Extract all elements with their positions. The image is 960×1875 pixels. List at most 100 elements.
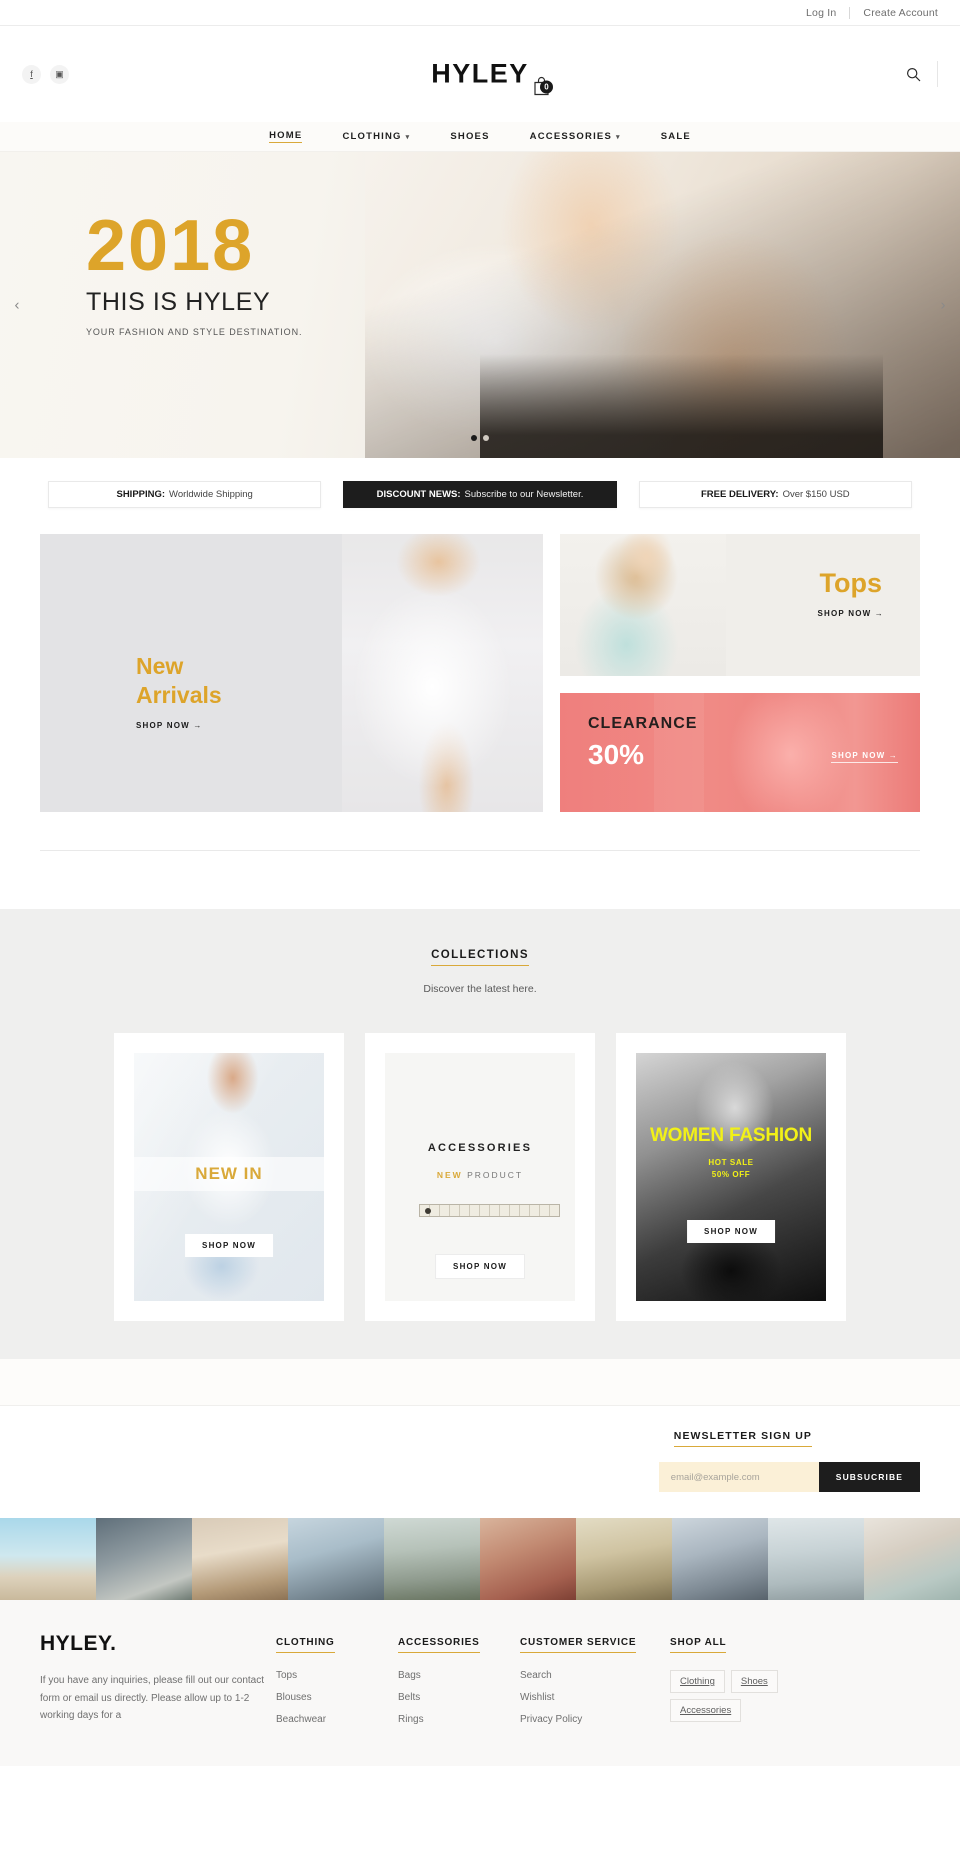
footer-link-tops[interactable]: Tops	[276, 1670, 398, 1681]
promo-discount-text: Subscribe to our Newsletter.	[464, 489, 584, 500]
collection-card-women-fashion[interactable]: WOMEN FASHION HOT SALE 50% OFF SHOP NOW	[616, 1033, 846, 1321]
carousel-dot-1[interactable]	[471, 435, 477, 441]
footer-tag-shoes[interactable]: Shoes	[730, 1670, 778, 1693]
carousel-next-arrow[interactable]: ›	[932, 297, 954, 314]
header-divider	[937, 61, 938, 87]
footer-tag-accessories[interactable]: Accessories	[670, 1699, 742, 1722]
nav-item-shoes-label: SHOES	[450, 131, 490, 142]
instagram-photo-7[interactable]	[576, 1518, 672, 1600]
collections-title: COLLECTIONS	[431, 949, 529, 966]
footer-link-bags[interactable]: Bags	[398, 1670, 520, 1681]
cart-button[interactable]: 0	[533, 76, 553, 96]
promo-bar: SHIPPING: Worldwide Shipping DISCOUNT NE…	[0, 458, 960, 534]
login-link[interactable]: Log In	[806, 7, 836, 19]
instagram-photo-6[interactable]	[480, 1518, 576, 1600]
newsletter-email-input[interactable]	[658, 1462, 819, 1492]
clearance-shop-now[interactable]: SHOP NOW →	[831, 751, 898, 763]
accessories-subtitle-accent: NEW	[436, 1169, 463, 1180]
promo-discount-label: DISCOUNT NEWS:	[376, 489, 461, 500]
clearance-title: CLEARANCE	[588, 715, 698, 732]
instagram-photo-8[interactable]	[672, 1518, 768, 1600]
footer-accessories-heading: ACCESSORIES	[398, 1637, 480, 1653]
women-fashion-title: WOMEN FASHION	[649, 1124, 813, 1146]
instagram-photo-3[interactable]	[192, 1518, 288, 1600]
hero-shadow-overlay	[480, 353, 884, 458]
hero-year: 2018	[86, 206, 255, 286]
section-divider-wrapper	[0, 812, 960, 851]
site-header: f ▣ HYLEY 0	[0, 26, 960, 122]
nav-item-home[interactable]: HOME	[249, 130, 322, 143]
carousel-prev-arrow[interactable]: ‹	[6, 297, 28, 314]
nav-item-clothing[interactable]: CLOTHING ▾	[322, 131, 430, 142]
footer-accessories-links: Bags Belts Rings	[398, 1670, 520, 1725]
footer-shop-all-tags: Clothing Shoes Accessories	[670, 1670, 820, 1722]
footer-link-search[interactable]: Search	[520, 1670, 670, 1681]
footer-clothing-links: Tops Blouses Beachwear	[276, 1670, 398, 1725]
carousel-dot-2[interactable]	[483, 435, 489, 441]
footer-link-privacy-policy[interactable]: Privacy Policy	[520, 1714, 670, 1725]
hero-subtitle: YOUR FASHION AND STYLE DESTINATION.	[86, 327, 303, 338]
footer-tag-clothing[interactable]: Clothing	[670, 1670, 725, 1693]
nav-item-sale[interactable]: SALE	[641, 131, 711, 142]
tops-shop-now[interactable]: SHOP NOW →	[817, 609, 884, 618]
promo-shipping-label: SHIPPING:	[116, 489, 166, 500]
promo-shipping-text: Worldwide Shipping	[169, 489, 253, 500]
instagram-photo-1[interactable]	[0, 1518, 96, 1600]
banner-grid: New Arrivals SHOP NOW → Tops SHOP NOW → …	[40, 534, 920, 812]
new-arrivals-line1: New	[136, 653, 184, 679]
footer-link-blouses[interactable]: Blouses	[276, 1692, 398, 1703]
search-icon[interactable]	[903, 64, 923, 84]
collection-card-new-in[interactable]: NEW IN SHOP NOW	[114, 1033, 344, 1321]
clearance-percent: 30%	[588, 739, 645, 770]
accessories-title: ACCESSORIES	[427, 1142, 533, 1155]
newsletter-section: NEWSLETTER SIGN UP SUBSUCRIBE	[0, 1405, 960, 1518]
chevron-down-icon: ▾	[405, 133, 411, 141]
instagram-photo-5[interactable]	[384, 1518, 480, 1600]
accessories-subtitle-rest: PRODUCT	[467, 1169, 524, 1180]
facebook-icon[interactable]: f	[22, 64, 41, 84]
instagram-photo-4[interactable]	[288, 1518, 384, 1600]
footer-column-shop-all: SHOP ALL Clothing Shoes Accessories	[670, 1632, 820, 1736]
new-arrivals-shop-now[interactable]: SHOP NOW →	[136, 721, 203, 730]
women-fashion-sub1: HOT SALE	[708, 1158, 754, 1168]
nav-item-accessories[interactable]: ACCESSORIES ▾	[510, 131, 641, 142]
clearance-copy: CLEARANCE 30%	[588, 715, 697, 771]
pre-newsletter-spacer	[0, 1359, 960, 1405]
site-footer: HYLEY. If you have any inquiries, please…	[0, 1600, 960, 1766]
promo-free-delivery[interactable]: FREE DELIVERY: Over $150 USD	[638, 481, 912, 508]
carousel-dots	[471, 435, 489, 441]
footer-link-beachwear[interactable]: Beachwear	[276, 1714, 398, 1725]
footer-shop-all-heading: SHOP ALL	[670, 1637, 727, 1653]
new-in-shop-now-button[interactable]: SHOP NOW	[185, 1234, 273, 1257]
site-logo-text[interactable]: HYLEY	[431, 59, 529, 89]
promo-shipping[interactable]: SHIPPING: Worldwide Shipping	[48, 481, 322, 508]
banner-clearance[interactable]: CLEARANCE 30% SHOP NOW →	[560, 693, 920, 812]
hero-carousel: 2018 THIS IS HYLEY YOUR FASHION AND STYL…	[0, 152, 960, 458]
new-in-image: NEW IN SHOP NOW	[134, 1053, 324, 1301]
instagram-photo-10[interactable]	[864, 1518, 960, 1600]
main-navigation: HOME CLOTHING ▾ SHOES ACCESSORIES ▾ SALE	[0, 122, 960, 152]
footer-link-wishlist[interactable]: Wishlist	[520, 1692, 670, 1703]
instagram-photo-2[interactable]	[96, 1518, 192, 1600]
footer-link-rings[interactable]: Rings	[398, 1714, 520, 1725]
tops-copy: Tops SHOP NOW →	[817, 568, 884, 621]
promo-discount-news[interactable]: DISCOUNT NEWS: Subscribe to our Newslett…	[343, 481, 617, 508]
footer-clothing-heading: CLOTHING	[276, 1637, 335, 1653]
accessories-belt-image	[419, 1204, 560, 1218]
collections-header: COLLECTIONS Discover the latest here.	[0, 945, 960, 995]
newsletter-subscribe-button[interactable]: SUBSUCRIBE	[818, 1462, 920, 1492]
collection-card-accessories[interactable]: ACCESSORIES NEW PRODUCT SHOP NOW	[365, 1033, 595, 1321]
accessories-shop-now-button[interactable]: SHOP NOW	[435, 1254, 525, 1279]
instagram-photo-9[interactable]	[768, 1518, 864, 1600]
create-account-link[interactable]: Create Account	[863, 7, 938, 19]
footer-column-clothing: CLOTHING Tops Blouses Beachwear	[276, 1632, 398, 1736]
women-fashion-shop-now-button[interactable]: SHOP NOW	[687, 1220, 775, 1243]
footer-link-belts[interactable]: Belts	[398, 1692, 520, 1703]
women-fashion-sub2: 50% OFF	[711, 1170, 751, 1180]
nav-item-shoes[interactable]: SHOES	[430, 131, 509, 142]
banner-new-arrivals[interactable]: New Arrivals SHOP NOW →	[40, 534, 543, 812]
instagram-icon[interactable]: ▣	[50, 64, 69, 84]
collection-cards: NEW IN SHOP NOW ACCESSORIES NEW PRODUCT …	[0, 995, 960, 1321]
collections-bottom-spacer	[0, 1321, 960, 1359]
banner-tops[interactable]: Tops SHOP NOW →	[560, 534, 920, 676]
